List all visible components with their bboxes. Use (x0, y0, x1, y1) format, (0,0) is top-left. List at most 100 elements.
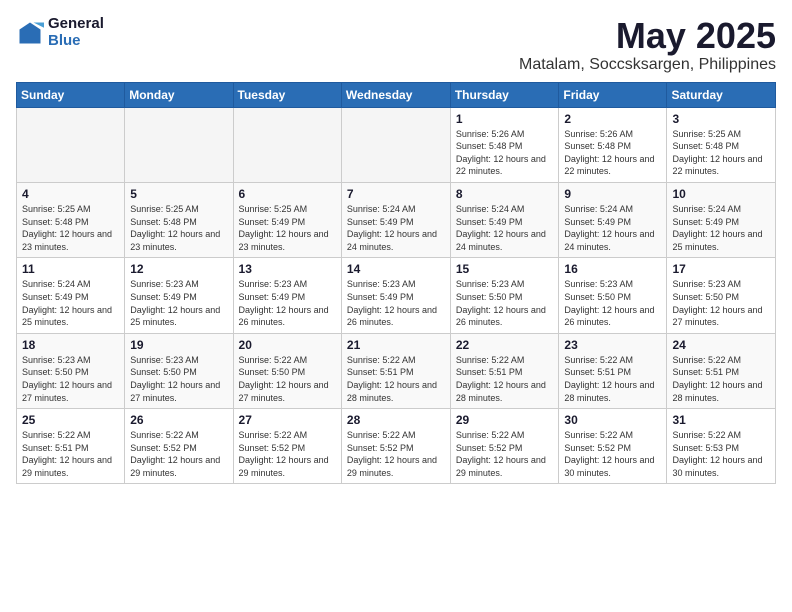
day-info: Sunrise: 5:23 AMSunset: 5:50 PMDaylight:… (456, 278, 554, 328)
calendar-cell: 31Sunrise: 5:22 AMSunset: 5:53 PMDayligh… (667, 409, 776, 484)
day-info: Sunrise: 5:22 AMSunset: 5:51 PMDaylight:… (347, 354, 445, 404)
day-info: Sunrise: 5:24 AMSunset: 5:49 PMDaylight:… (672, 203, 770, 253)
calendar-cell: 3 Sunrise: 5:25 AMSunset: 5:48 PMDaylight… (667, 107, 776, 182)
calendar-cell: 19 Sunrise: 5:23 AMSunset: 5:50 PMDayligh… (125, 333, 233, 408)
day-info: Sunrise: 5:22 AMSunset: 5:52 PMDaylight:… (564, 429, 661, 479)
month-title: May 2025 (519, 16, 776, 56)
calendar-week-3: 11Sunrise: 5:24 AMSunset: 5:49 PMDayligh… (17, 258, 776, 333)
day-number: 8 (456, 187, 554, 201)
page-header: General Blue May 2025 Matalam, Soccsksar… (16, 16, 776, 74)
day-info: Sunrise: 5:25 AMSunset: 5:48 PMDaylight:… (22, 203, 119, 253)
day-number: 5 (130, 187, 227, 201)
calendar-cell: 1 Sunrise: 5:26 AMSunset: 5:48 PMDaylight… (450, 107, 559, 182)
calendar-cell (341, 107, 450, 182)
day-info: Sunrise: 5:22 AMSunset: 5:51 PMDaylight:… (564, 354, 661, 404)
day-info: Sunrise: 5:22 AMSunset: 5:52 PMDaylight:… (130, 429, 227, 479)
day-info: Sunrise: 5:23 AMSunset: 5:50 PMDaylight:… (672, 278, 770, 328)
calendar-header-monday: Monday (125, 82, 233, 107)
calendar-header-sunday: Sunday (17, 82, 125, 107)
day-number: 12 (130, 262, 227, 276)
calendar-week-4: 18 Sunrise: 5:23 AMSunset: 5:50 PMDayligh… (17, 333, 776, 408)
day-number: 26 (130, 413, 227, 427)
calendar-cell: 9 Sunrise: 5:24 AMSunset: 5:49 PMDaylight… (559, 182, 667, 257)
calendar-cell: 11Sunrise: 5:24 AMSunset: 5:49 PMDayligh… (17, 258, 125, 333)
day-number: 15 (456, 262, 554, 276)
logo-text: General Blue (48, 16, 104, 49)
calendar-cell: 29Sunrise: 5:22 AMSunset: 5:52 PMDayligh… (450, 409, 559, 484)
day-info: Sunrise: 5:24 AMSunset: 5:49 PMDaylight:… (564, 203, 661, 253)
calendar-cell: 21 Sunrise: 5:22 AMSunset: 5:51 PMDayligh… (341, 333, 450, 408)
calendar-cell: 26 Sunrise: 5:22 AMSunset: 5:52 PMDayligh… (125, 409, 233, 484)
day-info: Sunrise: 5:22 AMSunset: 5:51 PMDaylight:… (672, 354, 770, 404)
day-number: 19 (130, 338, 227, 352)
calendar-header-friday: Friday (559, 82, 667, 107)
day-info: Sunrise: 5:25 AMSunset: 5:49 PMDaylight:… (239, 203, 336, 253)
day-info: Sunrise: 5:25 AMSunset: 5:48 PMDaylight:… (672, 128, 770, 178)
calendar-header-saturday: Saturday (667, 82, 776, 107)
day-number: 28 (347, 413, 445, 427)
calendar-cell: 10 Sunrise: 5:24 AMSunset: 5:49 PMDayligh… (667, 182, 776, 257)
calendar-cell: 16Sunrise: 5:23 AMSunset: 5:50 PMDayligh… (559, 258, 667, 333)
calendar-week-5: 25 Sunrise: 5:22 AMSunset: 5:51 PMDayligh… (17, 409, 776, 484)
day-info: Sunrise: 5:23 AMSunset: 5:49 PMDaylight:… (239, 278, 336, 328)
day-number: 29 (456, 413, 554, 427)
calendar-cell: 4Sunrise: 5:25 AMSunset: 5:48 PMDaylight… (17, 182, 125, 257)
calendar-table: SundayMondayTuesdayWednesdayThursdayFrid… (16, 82, 776, 485)
day-number: 17 (672, 262, 770, 276)
calendar-week-2: 4Sunrise: 5:25 AMSunset: 5:48 PMDaylight… (17, 182, 776, 257)
day-number: 30 (564, 413, 661, 427)
day-number: 31 (672, 413, 770, 427)
calendar-cell: 14Sunrise: 5:23 AMSunset: 5:49 PMDayligh… (341, 258, 450, 333)
calendar-cell: 23 Sunrise: 5:22 AMSunset: 5:51 PMDayligh… (559, 333, 667, 408)
day-number: 16 (564, 262, 661, 276)
calendar-cell: 30 Sunrise: 5:22 AMSunset: 5:52 PMDayligh… (559, 409, 667, 484)
day-info: Sunrise: 5:22 AMSunset: 5:52 PMDaylight:… (347, 429, 445, 479)
calendar-cell: 6Sunrise: 5:25 AMSunset: 5:49 PMDaylight… (233, 182, 341, 257)
calendar-week-1: 1 Sunrise: 5:26 AMSunset: 5:48 PMDaylight… (17, 107, 776, 182)
day-info: Sunrise: 5:22 AMSunset: 5:52 PMDaylight:… (239, 429, 336, 479)
day-info: Sunrise: 5:22 AMSunset: 5:51 PMDaylight:… (22, 429, 119, 479)
logo-blue-text: Blue (48, 33, 104, 50)
day-info: Sunrise: 5:24 AMSunset: 5:49 PMDaylight:… (347, 203, 445, 253)
day-number: 24 (672, 338, 770, 352)
day-number: 10 (672, 187, 770, 201)
day-number: 27 (239, 413, 336, 427)
calendar-cell: 17 Sunrise: 5:23 AMSunset: 5:50 PMDayligh… (667, 258, 776, 333)
day-number: 3 (672, 112, 770, 126)
calendar-cell (233, 107, 341, 182)
day-number: 9 (564, 187, 661, 201)
day-info: Sunrise: 5:23 AMSunset: 5:49 PMDaylight:… (347, 278, 445, 328)
day-info: Sunrise: 5:24 AMSunset: 5:49 PMDaylight:… (22, 278, 119, 328)
day-info: Sunrise: 5:22 AMSunset: 5:50 PMDaylight:… (239, 354, 336, 404)
calendar-cell: 27 Sunrise: 5:22 AMSunset: 5:52 PMDayligh… (233, 409, 341, 484)
calendar-cell (125, 107, 233, 182)
day-number: 7 (347, 187, 445, 201)
day-info: Sunrise: 5:23 AMSunset: 5:49 PMDaylight:… (130, 278, 227, 328)
logo-icon (16, 19, 44, 47)
calendar-cell: 22 Sunrise: 5:22 AMSunset: 5:51 PMDayligh… (450, 333, 559, 408)
day-number: 22 (456, 338, 554, 352)
calendar-header-thursday: Thursday (450, 82, 559, 107)
calendar-cell: 20 Sunrise: 5:22 AMSunset: 5:50 PMDayligh… (233, 333, 341, 408)
calendar-cell: 24 Sunrise: 5:22 AMSunset: 5:51 PMDayligh… (667, 333, 776, 408)
day-info: Sunrise: 5:22 AMSunset: 5:51 PMDaylight:… (456, 354, 554, 404)
day-number: 23 (564, 338, 661, 352)
day-info: Sunrise: 5:23 AMSunset: 5:50 PMDaylight:… (22, 354, 119, 404)
day-number: 1 (456, 112, 554, 126)
day-number: 21 (347, 338, 445, 352)
location-title: Matalam, Soccsksargen, Philippines (519, 56, 776, 74)
title-section: May 2025 Matalam, Soccsksargen, Philippi… (519, 16, 776, 74)
logo: General Blue (16, 16, 104, 49)
day-info: Sunrise: 5:26 AMSunset: 5:48 PMDaylight:… (456, 128, 554, 178)
day-number: 20 (239, 338, 336, 352)
day-number: 18 (22, 338, 119, 352)
calendar-header-tuesday: Tuesday (233, 82, 341, 107)
day-info: Sunrise: 5:24 AMSunset: 5:49 PMDaylight:… (456, 203, 554, 253)
calendar-cell: 18 Sunrise: 5:23 AMSunset: 5:50 PMDayligh… (17, 333, 125, 408)
calendar-cell: 5 Sunrise: 5:25 AMSunset: 5:48 PMDaylight… (125, 182, 233, 257)
day-number: 25 (22, 413, 119, 427)
calendar-cell: 8 Sunrise: 5:24 AMSunset: 5:49 PMDaylight… (450, 182, 559, 257)
day-info: Sunrise: 5:25 AMSunset: 5:48 PMDaylight:… (130, 203, 227, 253)
calendar-cell (17, 107, 125, 182)
day-info: Sunrise: 5:23 AMSunset: 5:50 PMDaylight:… (130, 354, 227, 404)
